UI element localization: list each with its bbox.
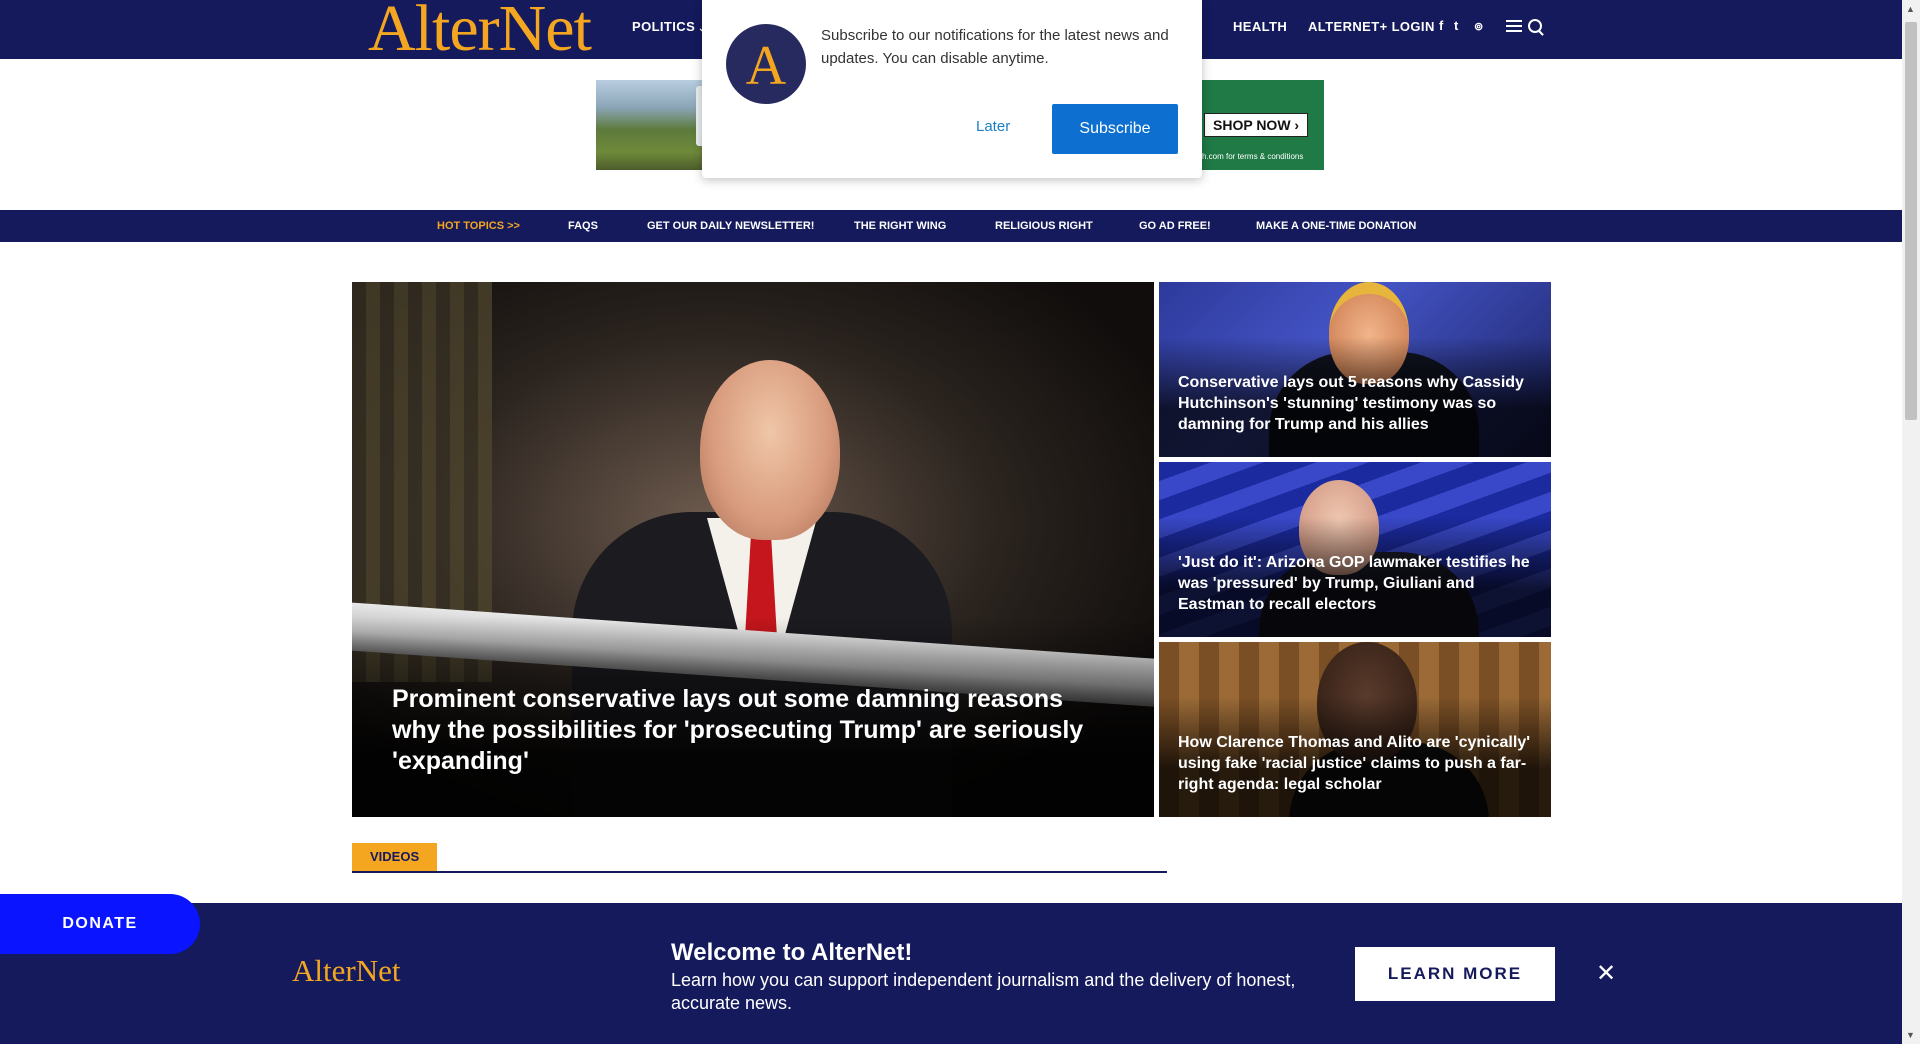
ad-shop-now-button[interactable]: SHOP NOW › [1204, 113, 1309, 137]
subnav-donation[interactable]: MAKE A ONE-TIME DONATION [1256, 220, 1416, 232]
notification-prompt: A Subscribe to our notifications for the… [702, 0, 1202, 178]
scrollbar-thumb[interactable] [1905, 22, 1917, 420]
side-story-headline[interactable]: 'Just do it': Arizona GOP lawmaker testi… [1178, 552, 1538, 615]
welcome-description: Learn how you can support independent jo… [671, 970, 1296, 1013]
scroll-down-icon[interactable]: ▼ [1906, 1030, 1915, 1040]
subnav-religious-right[interactable]: RELIGIOUS RIGHT [995, 220, 1093, 232]
subnav-faqs[interactable]: FAQS [568, 220, 598, 232]
hero-image-head [700, 360, 840, 540]
ad-landscape-image [596, 80, 706, 170]
facebook-icon[interactable]: f [1439, 18, 1443, 33]
twitter-icon[interactable]: t [1454, 18, 1458, 33]
hero-headline[interactable]: Prominent conservative lays out some dam… [392, 684, 1112, 777]
nav-alternet-plus-login[interactable]: ALTERNET+ LOGIN [1308, 19, 1435, 34]
subscribe-button[interactable]: Subscribe [1052, 104, 1178, 154]
side-story-headline[interactable]: How Clarence Thomas and Alito are 'cynic… [1178, 732, 1538, 795]
ad-terms-text: h.com for terms & conditions [1202, 152, 1304, 161]
side-story-card[interactable]: Conservative lays out 5 reasons why Cass… [1159, 282, 1551, 457]
search-icon[interactable] [1528, 19, 1542, 33]
subnav-newsletter[interactable]: GET OUR DAILY NEWSLETTER! [647, 220, 814, 232]
side-story-headline[interactable]: Conservative lays out 5 reasons why Cass… [1178, 372, 1538, 435]
subnav-right-wing[interactable]: THE RIGHT WING [854, 220, 946, 232]
secondary-navbar: HOT TOPICS >> FAQS GET OUR DAILY NEWSLET… [0, 210, 1902, 242]
subnav-hot-topics[interactable]: HOT TOPICS >> [437, 220, 520, 232]
later-button[interactable]: Later [976, 118, 1010, 135]
subnav-go-ad-free[interactable]: GO AD FREE! [1139, 220, 1211, 232]
videos-section-divider [352, 871, 1167, 873]
page-scrollbar[interactable]: ▲ ▼ [1902, 0, 1920, 1044]
side-story-card[interactable]: 'Just do it': Arizona GOP lawmaker testi… [1159, 462, 1551, 637]
hero-story-card[interactable]: Prominent conservative lays out some dam… [352, 282, 1154, 817]
hamburger-menu-icon[interactable] [1506, 20, 1522, 32]
welcome-banner: AlterNet Welcome to AlterNet! Learn how … [0, 903, 1902, 1044]
close-icon[interactable]: ✕ [1596, 962, 1616, 986]
donate-button[interactable]: DONATE [0, 894, 200, 954]
learn-more-button[interactable]: LEARN MORE [1355, 947, 1555, 1001]
rss-icon[interactable]: ⊚ [1474, 20, 1483, 33]
site-logo[interactable]: AlterNet [368, 0, 592, 62]
welcome-logo: AlterNet [292, 953, 401, 988]
welcome-title: Welcome to AlterNet! [671, 939, 913, 966]
nav-politics-label: POLITICS [632, 19, 696, 34]
nav-health[interactable]: HEALTH [1233, 19, 1287, 34]
notification-message: Subscribe to our notifications for the l… [821, 27, 1169, 67]
notification-avatar: A [726, 24, 806, 104]
nav-politics[interactable]: POLITICS⌄ [632, 19, 706, 34]
videos-section-tab[interactable]: VIDEOS [352, 843, 438, 871]
scroll-up-icon[interactable]: ▲ [1906, 4, 1915, 14]
side-story-card[interactable]: How Clarence Thomas and Alito are 'cynic… [1159, 642, 1551, 817]
